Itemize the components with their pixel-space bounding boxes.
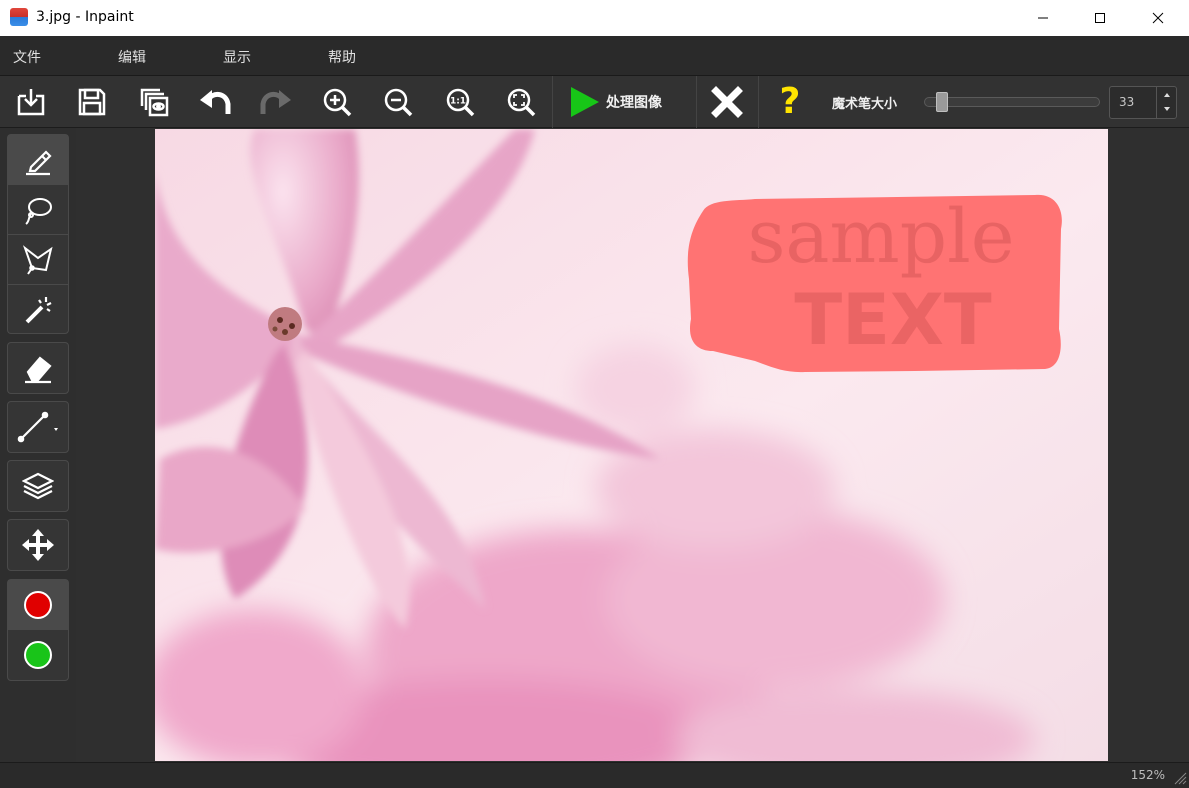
app-icon bbox=[10, 8, 28, 26]
watermark-text-text: TEXT bbox=[794, 279, 992, 361]
line-tool-button[interactable] bbox=[8, 402, 68, 452]
help-icon: ? bbox=[779, 81, 801, 122]
magic-wand-tool-button[interactable] bbox=[8, 285, 68, 335]
spin-arrows bbox=[1156, 87, 1176, 118]
brush-size-slider-thumb[interactable] bbox=[935, 92, 948, 112]
eraser-tool-group bbox=[7, 342, 69, 394]
preview-button[interactable] bbox=[132, 80, 176, 124]
eraser-tool-button[interactable] bbox=[8, 343, 68, 393]
preview-icon bbox=[140, 88, 169, 117]
marker-tool-button[interactable] bbox=[8, 135, 68, 185]
zoom-in-icon bbox=[323, 88, 352, 117]
zoom-actual-icon: 1:1 bbox=[446, 88, 475, 117]
resize-grip-icon[interactable] bbox=[1173, 771, 1187, 785]
polygon-lasso-tool-button[interactable] bbox=[8, 235, 68, 285]
image-canvas[interactable]: sample TEXT bbox=[155, 129, 1108, 761]
menu-file[interactable]: 文件 bbox=[13, 47, 41, 67]
close-button[interactable] bbox=[1135, 0, 1181, 36]
zoom-actual-button[interactable]: 1:1 bbox=[438, 80, 482, 124]
zoom-out-icon bbox=[384, 88, 413, 117]
dropdown-arrow-icon bbox=[54, 428, 58, 431]
status-bar: 152% bbox=[0, 762, 1189, 788]
spin-down-icon[interactable] bbox=[1164, 107, 1170, 111]
menu-help[interactable]: 帮助 bbox=[328, 47, 356, 67]
zoom-out-button[interactable] bbox=[376, 80, 420, 124]
undo-button[interactable] bbox=[193, 80, 237, 124]
marker-icon bbox=[26, 149, 52, 175]
move-icon bbox=[22, 529, 54, 561]
zoom-level: 152% bbox=[1130, 768, 1165, 782]
menu-edit[interactable]: 编辑 bbox=[118, 47, 146, 67]
maximize-button[interactable] bbox=[1077, 0, 1123, 36]
close-x-icon bbox=[711, 86, 743, 118]
move-tool-button[interactable] bbox=[8, 520, 68, 570]
open-button[interactable] bbox=[9, 80, 53, 124]
layers-tool-group bbox=[7, 460, 69, 512]
tool-panel bbox=[0, 128, 76, 762]
undo-icon bbox=[200, 90, 231, 114]
green-mask-button[interactable] bbox=[8, 630, 68, 680]
title-bar: 3.jpg - Inpaint bbox=[0, 0, 1189, 36]
selection-tools-group bbox=[7, 134, 69, 334]
zoom-in-button[interactable] bbox=[315, 80, 359, 124]
process-image-label: 处理图像 bbox=[606, 95, 662, 111]
menu-view[interactable]: 显示 bbox=[223, 47, 251, 67]
eraser-icon bbox=[25, 356, 52, 384]
line-icon bbox=[17, 411, 58, 443]
toolbar-separator bbox=[552, 76, 553, 128]
lasso-tool-button[interactable] bbox=[8, 185, 68, 235]
brush-size-label: 魔术笔大小 bbox=[832, 97, 898, 112]
red-color-swatch bbox=[24, 590, 52, 619]
spin-up-icon[interactable] bbox=[1164, 93, 1170, 97]
mask-color-group bbox=[7, 579, 69, 681]
green-color-swatch bbox=[24, 641, 52, 669]
brush-size-slider[interactable] bbox=[924, 97, 1100, 107]
window-title: 3.jpg - Inpaint bbox=[36, 9, 134, 25]
save-icon bbox=[78, 88, 106, 116]
cancel-button[interactable] bbox=[705, 80, 749, 124]
line-tool-group bbox=[7, 401, 69, 453]
minimize-button[interactable] bbox=[1020, 0, 1066, 36]
flower-image: sample TEXT bbox=[155, 129, 1108, 761]
watermark-text-sample: sample bbox=[747, 194, 1014, 280]
process-image-button[interactable]: 处理图像 bbox=[554, 76, 696, 128]
play-icon bbox=[571, 87, 599, 117]
lasso-icon bbox=[25, 197, 52, 225]
polygon-lasso-icon bbox=[22, 244, 53, 275]
redo-button[interactable] bbox=[254, 80, 298, 124]
magic-wand-icon bbox=[25, 297, 52, 324]
zoom-fit-button[interactable] bbox=[499, 80, 543, 124]
zoom-actual-label: 1:1 bbox=[450, 97, 466, 107]
brush-size-value[interactable]: 33 bbox=[1119, 95, 1134, 109]
layers-tool-button[interactable] bbox=[8, 461, 68, 511]
toolbar-separator bbox=[758, 76, 759, 128]
open-icon bbox=[17, 89, 45, 116]
red-mask-button[interactable] bbox=[8, 580, 68, 630]
help-button[interactable]: ? bbox=[768, 80, 812, 124]
move-tool-group bbox=[7, 519, 69, 571]
menu-bar: 文件 编辑 显示 帮助 bbox=[0, 36, 1189, 76]
zoom-fit-icon bbox=[507, 88, 536, 117]
toolbar-separator bbox=[696, 76, 697, 128]
redo-icon bbox=[260, 90, 291, 114]
layers-icon bbox=[22, 472, 54, 500]
brush-size-spinbox[interactable]: 33 bbox=[1109, 86, 1177, 119]
save-button[interactable] bbox=[70, 80, 114, 124]
